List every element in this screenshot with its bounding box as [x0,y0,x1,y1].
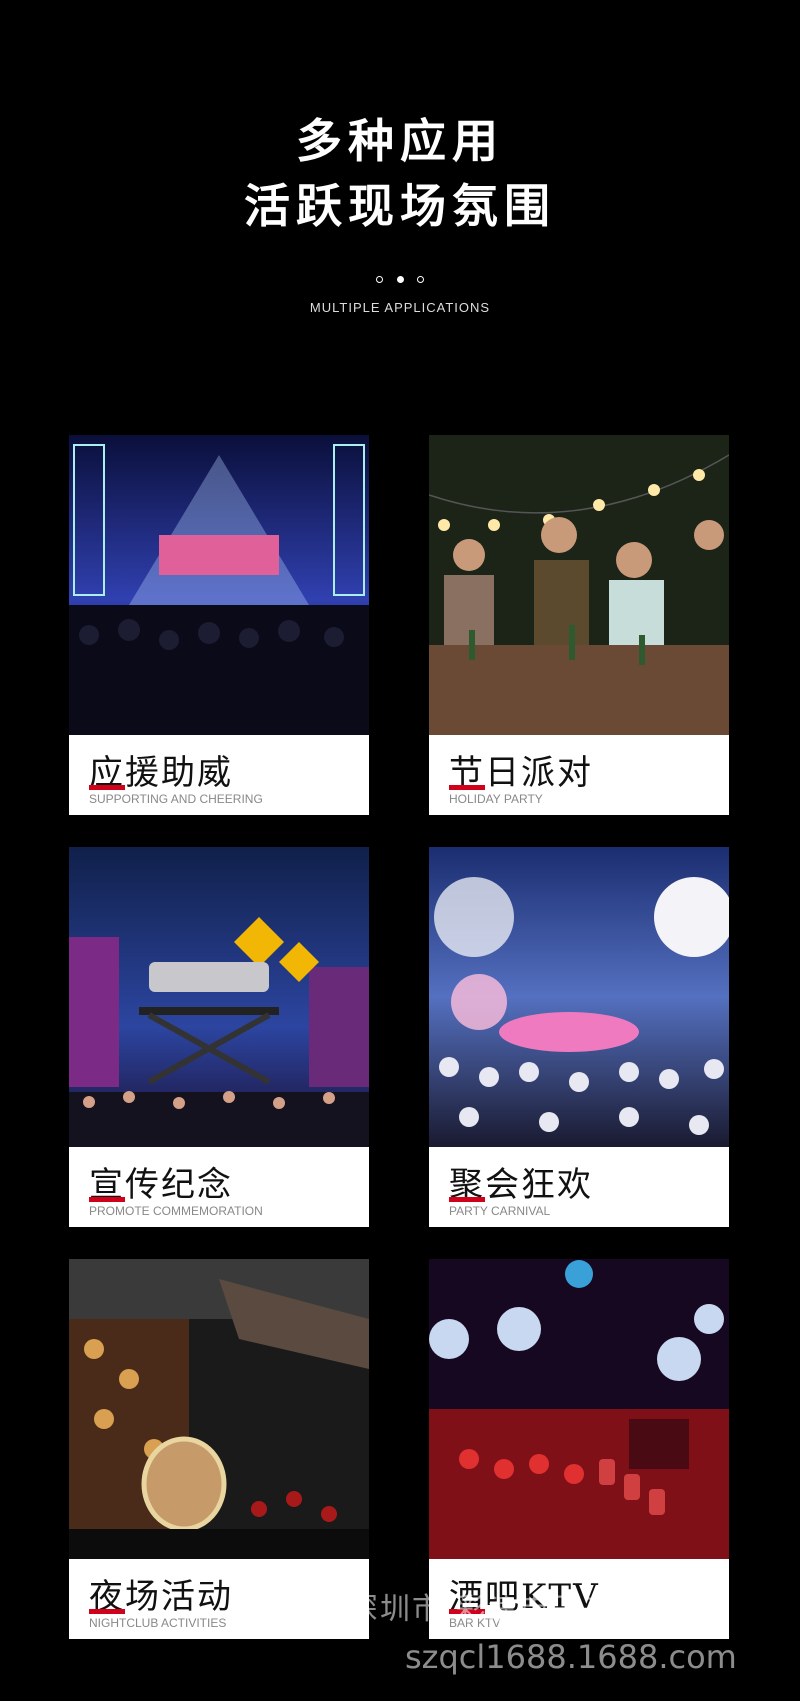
card-subtitle: PARTY CARNIVAL [449,1204,551,1218]
application-card: 宣传纪念 PROMOTE COMMEMORATION [69,847,369,1227]
application-card: 应援助威 SUPPORTING AND CHEERING [69,435,369,815]
card-subtitle: NIGHTCLUB ACTIVITIES [89,1616,227,1630]
accent-bar [449,785,485,790]
dot-icon [416,276,424,283]
outdoor-party-image [429,435,729,735]
application-card: 夜场活动 NIGHTCLUB ACTIVITIES [69,1259,369,1639]
page-title-line1: 多种应用 [296,114,504,168]
page-subtitle: MULTIPLE APPLICATIONS [309,300,491,315]
accent-bar [89,1197,125,1202]
accent-bar [89,785,125,790]
card-subtitle: SUPPORTING AND CHEERING [89,792,263,806]
page-title-line2: 活跃现场氛围 [244,179,556,233]
application-card: 酒吧KTV BAR KTV [429,1259,729,1639]
dot-icon [376,276,384,283]
watermark-url: szqcl1688.1688.com [405,1638,737,1676]
accent-bar [449,1197,485,1202]
bar-ktv-image [429,1259,729,1559]
parade-float-image [69,1259,369,1559]
concert-stage-image [69,435,369,735]
dots-divider [0,268,800,287]
dot-icon [396,276,404,283]
card-subtitle: HOLIDAY PARTY [449,792,543,806]
promo-stage-car-image [69,847,369,1147]
application-card: 节日派对 HOLIDAY PARTY [429,435,729,815]
watermark-company: 深圳市 彩浪电子有限公司 [348,1592,712,1627]
crowd-carnival-image [429,847,729,1147]
application-card: 聚会狂欢 PARTY CARNIVAL [429,847,729,1227]
accent-bar [89,1609,125,1614]
card-subtitle: PROMOTE COMMEMORATION [89,1204,263,1218]
